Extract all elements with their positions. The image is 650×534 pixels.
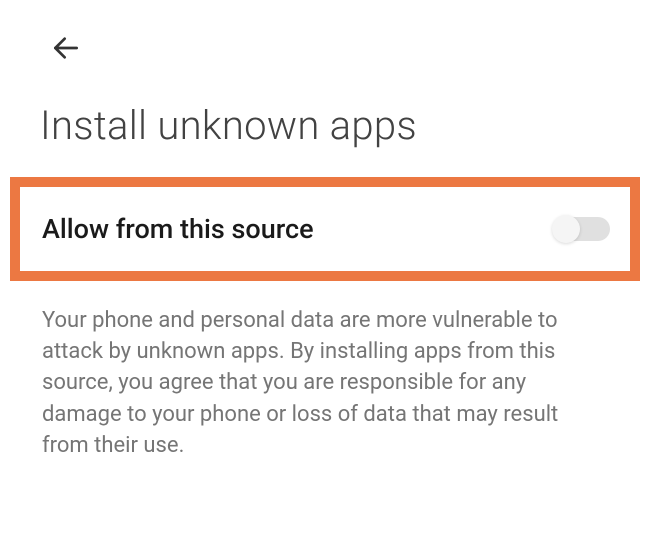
warning-description: Your phone and personal data are more vu…: [0, 281, 650, 461]
toggle-thumb: [552, 215, 580, 243]
setting-label: Allow from this source: [28, 213, 314, 245]
page-title: Install unknown apps: [0, 66, 650, 177]
allow-source-row[interactable]: Allow from this source: [10, 177, 640, 281]
allow-source-toggle[interactable]: [554, 217, 610, 241]
header-bar: [0, 0, 650, 66]
back-arrow-icon: [50, 32, 82, 64]
back-button[interactable]: [48, 30, 84, 66]
